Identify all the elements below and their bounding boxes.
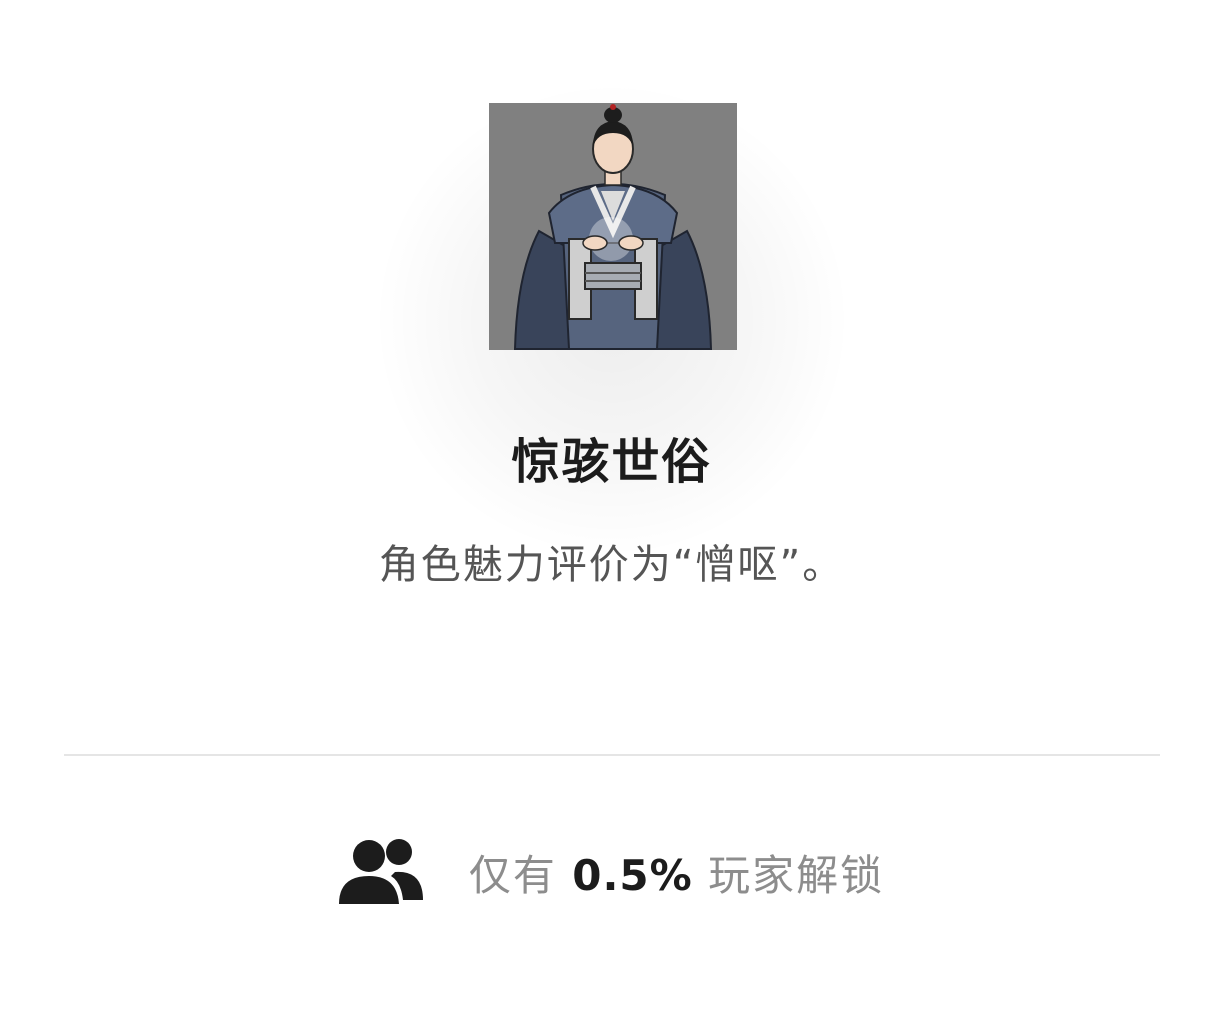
achievement-description: 角色魅力评价为“憎呕”。 — [378, 542, 845, 588]
users-icon — [338, 839, 423, 904]
achievement-icon — [489, 103, 737, 350]
robed-scholar-icon — [513, 104, 713, 350]
unlock-stats: 仅有 0.5% 玩家解锁 — [0, 832, 1223, 912]
stats-suffix: 玩家解锁 — [708, 850, 885, 900]
unlock-stats-text: 仅有 0.5% 玩家解锁 — [469, 842, 884, 903]
stats-prefix: 仅有 — [468, 850, 557, 900]
unlock-percent: 0.5% — [572, 850, 693, 900]
achievement-title: 惊骇世俗 — [511, 434, 712, 490]
divider — [64, 754, 1160, 756]
